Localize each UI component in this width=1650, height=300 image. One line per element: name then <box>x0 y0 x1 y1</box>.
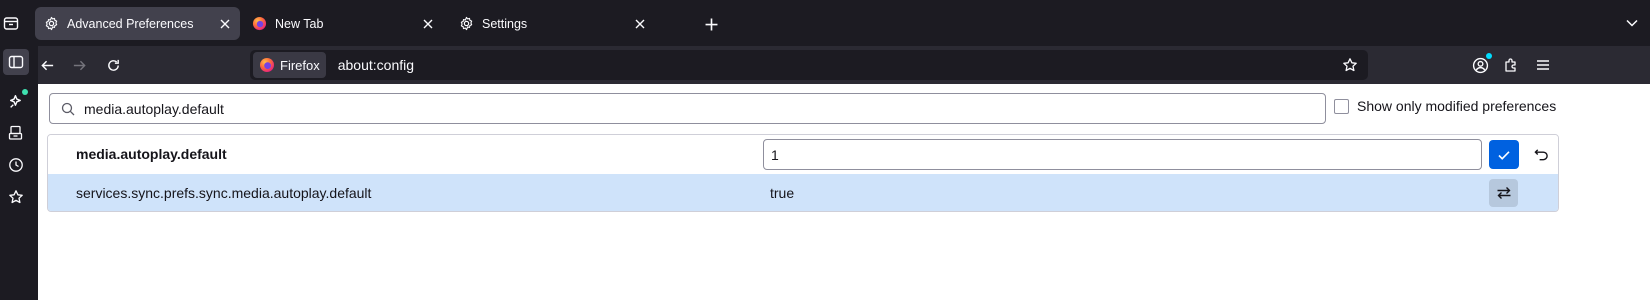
star-icon <box>9 190 23 204</box>
undo-icon <box>1533 149 1548 161</box>
tab-strip: Advanced Preferences New Tab Settings <box>0 0 1650 46</box>
tab-settings[interactable]: Settings <box>450 7 655 40</box>
forward-button[interactable] <box>66 53 92 77</box>
save-button[interactable] <box>1489 140 1519 169</box>
sidebar <box>0 46 38 300</box>
notification-dot <box>1486 53 1492 59</box>
app-menu-button[interactable] <box>1530 53 1556 77</box>
navigation-toolbar: Firefox about:config <box>38 46 1650 84</box>
tab-label: Advanced Preferences <box>67 16 194 31</box>
arrow-right-icon <box>73 60 86 70</box>
reload-icon <box>107 59 119 71</box>
hamburger-menu-icon <box>1537 60 1549 70</box>
toggle-button[interactable] <box>1489 179 1518 207</box>
pref-name: services.sync.prefs.sync.media.autoplay.… <box>76 185 372 201</box>
notification-dot <box>22 89 28 95</box>
firefox-icon <box>260 58 274 72</box>
arrow-left-icon <box>40 60 53 70</box>
extensions-button[interactable] <box>1498 53 1524 77</box>
search-icon <box>60 101 76 117</box>
pref-value-input[interactable] <box>763 139 1482 170</box>
tab-new-tab[interactable]: New Tab <box>243 7 443 40</box>
tab-label: New Tab <box>275 16 324 31</box>
tab-advanced-preferences[interactable]: Advanced Preferences <box>35 7 240 40</box>
sidebar-bookmarks-button[interactable] <box>3 184 29 210</box>
table-row[interactable]: services.sync.prefs.sync.media.autoplay.… <box>48 174 1558 211</box>
account-button[interactable] <box>1467 53 1493 77</box>
sidebar-toggle-button[interactable] <box>3 49 29 75</box>
show-only-modified-toggle[interactable]: Show only modified preferences <box>1334 98 1556 114</box>
firefox-icon <box>251 16 267 32</box>
about-config-page: Show only modified preferences media.aut… <box>38 84 1650 300</box>
account-icon <box>1472 57 1488 73</box>
pref-value: true <box>770 185 795 201</box>
gear-icon <box>458 16 474 32</box>
identity-label: Firefox <box>280 57 320 73</box>
reset-button[interactable] <box>1527 141 1555 168</box>
list-all-tabs-button[interactable] <box>1622 13 1642 33</box>
show-modified-checkbox[interactable] <box>1334 98 1349 114</box>
search-box[interactable] <box>49 93 1326 124</box>
puzzle-icon <box>1505 58 1516 72</box>
sidebar-icon <box>8 55 24 69</box>
url-bar[interactable]: Firefox about:config <box>250 50 1368 80</box>
sparkle-icon <box>9 94 21 108</box>
preferences-table: media.autoplay.default services.sync.pre… <box>47 134 1559 212</box>
synced-tabs-icon <box>8 125 23 140</box>
tab-label: Settings <box>482 16 528 31</box>
back-button[interactable] <box>34 53 60 77</box>
close-icon[interactable] <box>216 15 234 33</box>
table-row[interactable]: media.autoplay.default <box>48 135 1558 173</box>
gear-icon <box>43 16 59 32</box>
close-icon[interactable] <box>419 15 437 33</box>
checkmark-icon <box>1498 150 1510 160</box>
bookmark-star-button[interactable] <box>1340 55 1360 75</box>
toggle-arrows-icon <box>1497 187 1510 199</box>
clock-icon <box>9 158 23 172</box>
plus-icon <box>705 18 717 30</box>
search-input[interactable] <box>84 96 1325 121</box>
chevron-down-icon <box>1626 19 1638 27</box>
close-icon[interactable] <box>631 15 649 33</box>
sidebar-synced-tabs-button[interactable] <box>3 120 29 146</box>
pref-name: media.autoplay.default <box>76 146 227 162</box>
url-text[interactable]: about:config <box>338 57 414 73</box>
new-tab-button[interactable] <box>700 13 722 35</box>
tab-list-icon[interactable] <box>0 10 22 36</box>
reload-button[interactable] <box>100 53 126 77</box>
sidebar-ai-chatbot-button[interactable] <box>3 88 29 114</box>
show-modified-label: Show only modified preferences <box>1357 98 1557 114</box>
identity-box[interactable]: Firefox <box>253 52 326 78</box>
sidebar-history-button[interactable] <box>3 152 29 178</box>
star-icon <box>1343 58 1357 72</box>
